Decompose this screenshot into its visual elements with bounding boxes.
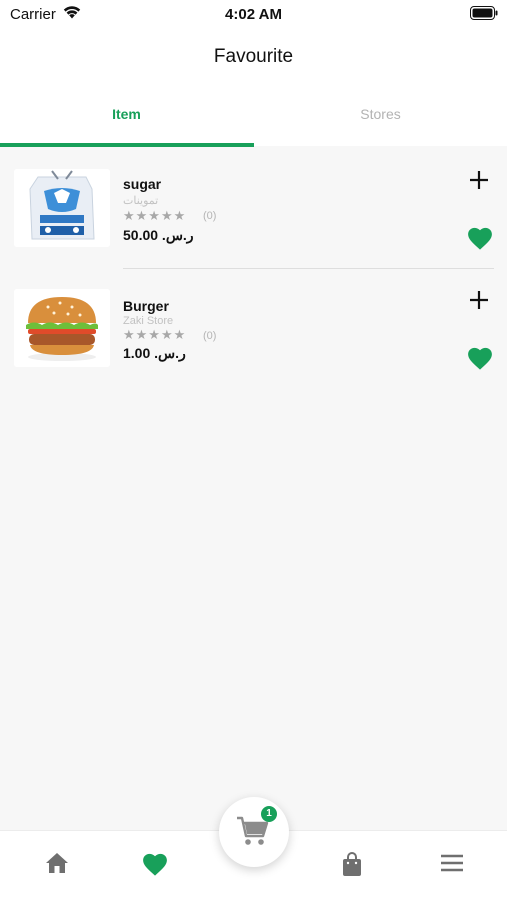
status-time: 4:02 AM (225, 6, 282, 23)
home-icon[interactable] (44, 851, 70, 875)
add-icon[interactable] (468, 289, 490, 311)
menu-icon[interactable] (439, 851, 465, 875)
bag-icon[interactable] (340, 851, 364, 877)
item-store: Zaki Store (123, 315, 174, 327)
item-name: sugar (123, 176, 162, 192)
heart-icon[interactable] (141, 851, 169, 877)
tab-item[interactable]: Item (0, 84, 253, 146)
nav-bar: Favourite (0, 30, 507, 84)
add-icon[interactable] (468, 169, 490, 191)
list-item[interactable]: sugar تموينات ★★★★★ (0) 50.00 .ر.س (0, 147, 507, 257)
list-item[interactable]: Burger Zaki Store ★★★★★ (0) 1.00 .ر.س (0, 269, 507, 379)
item-name: Burger (123, 298, 169, 314)
rating-count: (0) (203, 210, 217, 222)
page-title: Favourite (213, 46, 294, 67)
rating-stars: ★★★★★ (123, 208, 187, 223)
burger-image (14, 289, 110, 367)
sugar-bag-image (14, 169, 110, 247)
cart-button[interactable]: 1 (219, 797, 289, 867)
item-price: 50.00 .ر.س (123, 227, 194, 243)
cart-count-badge: 1 (261, 806, 277, 822)
tab-bar: Item Stores (0, 84, 507, 147)
status-bar: Carrier 4:02 AM (0, 0, 507, 30)
rating-count: (0) (203, 330, 217, 342)
item-price: 1.00 .ر.س (123, 345, 186, 361)
item-store: تموينات (123, 195, 159, 207)
battery-icon (470, 6, 498, 20)
heart-icon[interactable] (466, 345, 494, 371)
rating-stars: ★★★★★ (123, 327, 187, 342)
tab-stores[interactable]: Stores (254, 84, 507, 146)
heart-icon[interactable] (466, 225, 494, 251)
